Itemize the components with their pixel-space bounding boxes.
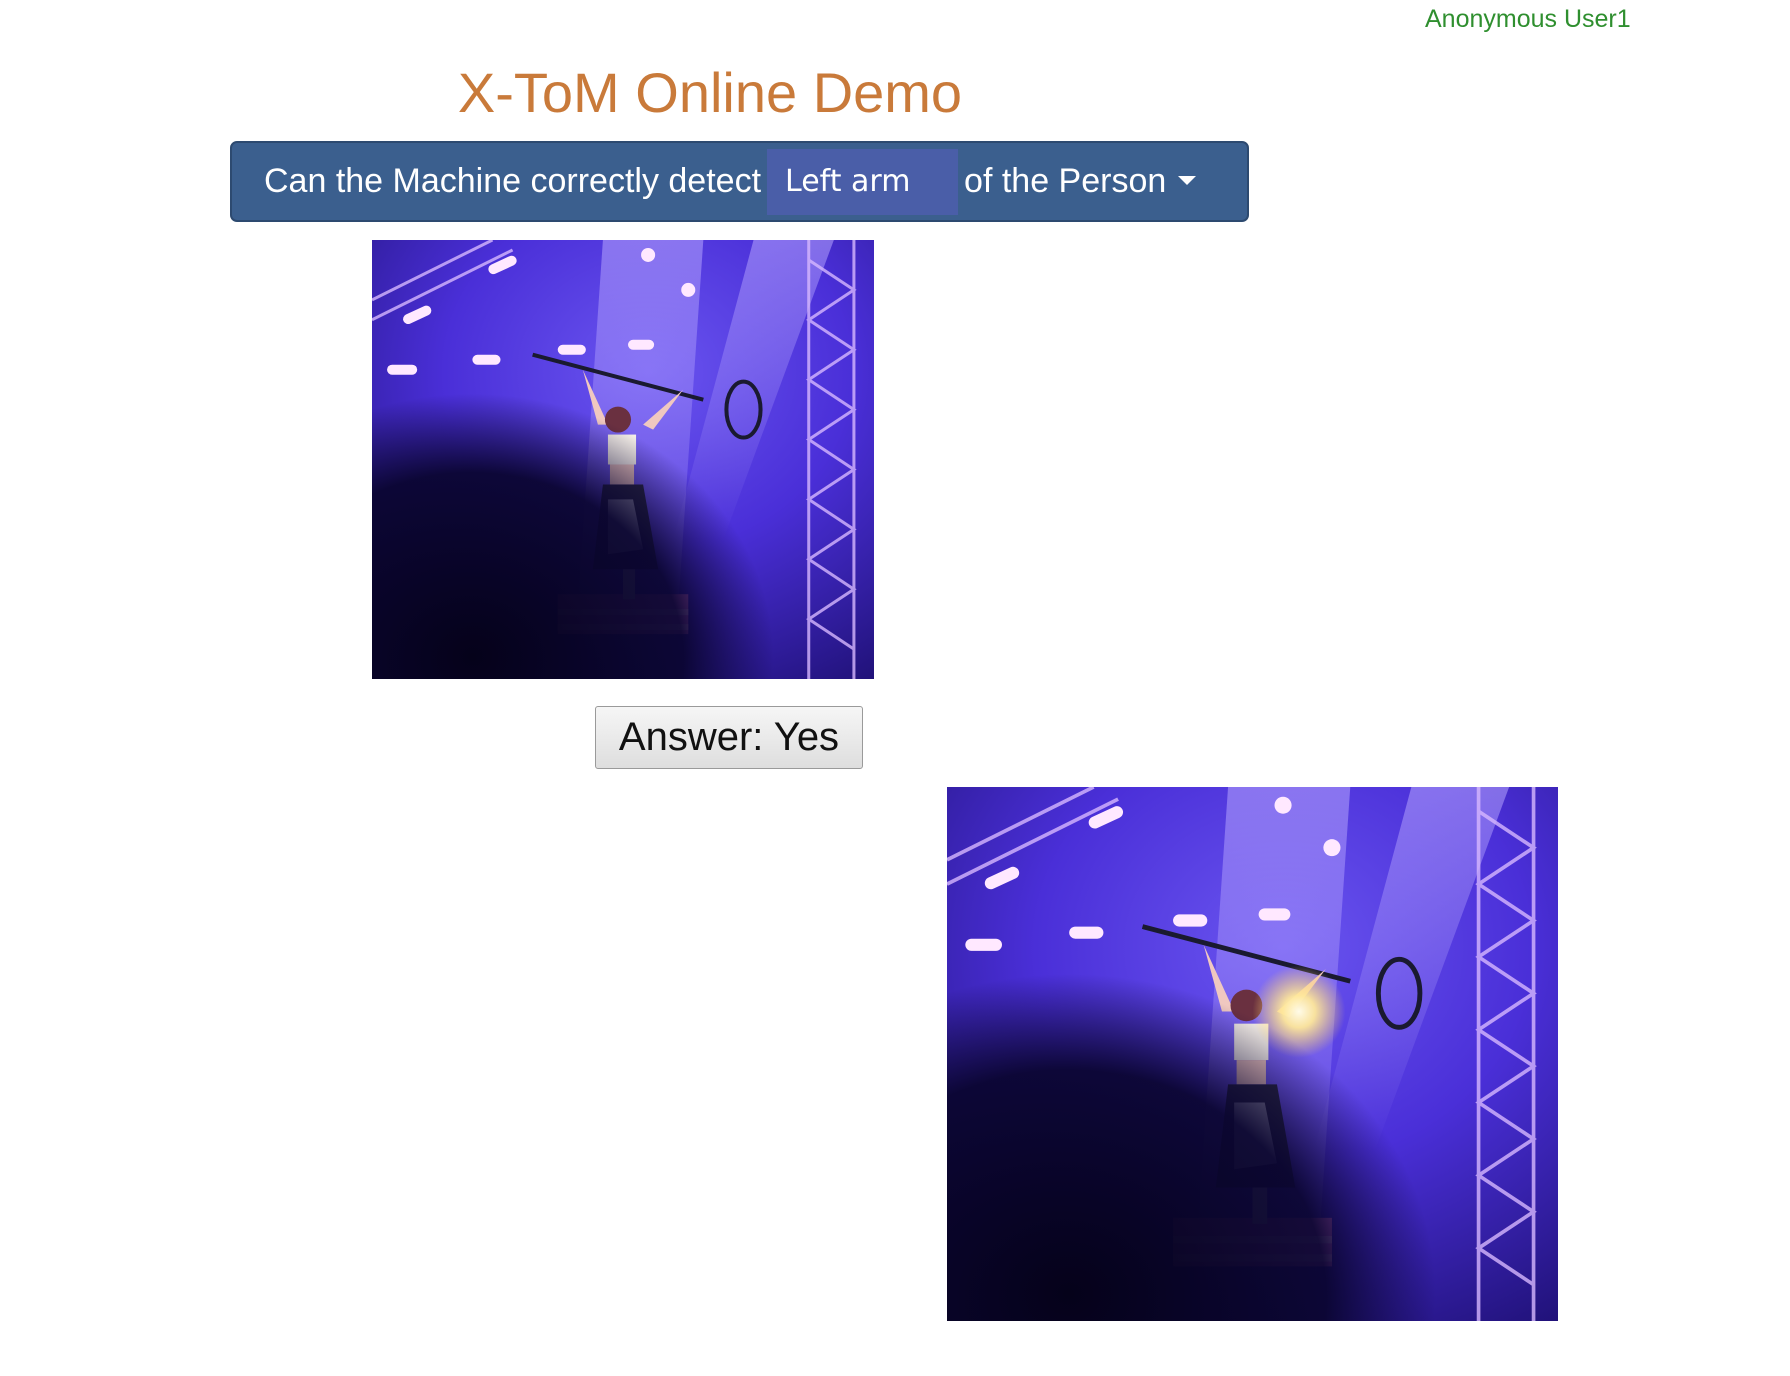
input-photo bbox=[372, 240, 874, 679]
input-photo-graphic bbox=[372, 240, 874, 679]
body-part-select-value: Left arm bbox=[785, 164, 911, 199]
question-suffix[interactable]: of the Person bbox=[964, 162, 1197, 201]
question-prefix: Can the Machine correctly detect bbox=[264, 162, 762, 200]
page: Anonymous User1 X-ToM Online Demo Can th… bbox=[0, 0, 1790, 1376]
answer-button[interactable]: Answer: Yes bbox=[595, 706, 863, 769]
page-title: X-ToM Online Demo bbox=[457, 61, 963, 124]
explanation-photo-graphic bbox=[947, 787, 1558, 1321]
question-bar: Can the Machine correctly detect Left ar… bbox=[230, 141, 1249, 222]
caret-down-icon[interactable] bbox=[1178, 175, 1197, 185]
object-dropdown-label: of the Person bbox=[964, 162, 1167, 200]
explanation-photo bbox=[947, 787, 1558, 1321]
user-label: Anonymous User1 bbox=[1425, 5, 1631, 33]
body-part-select[interactable]: Left arm bbox=[767, 148, 959, 215]
